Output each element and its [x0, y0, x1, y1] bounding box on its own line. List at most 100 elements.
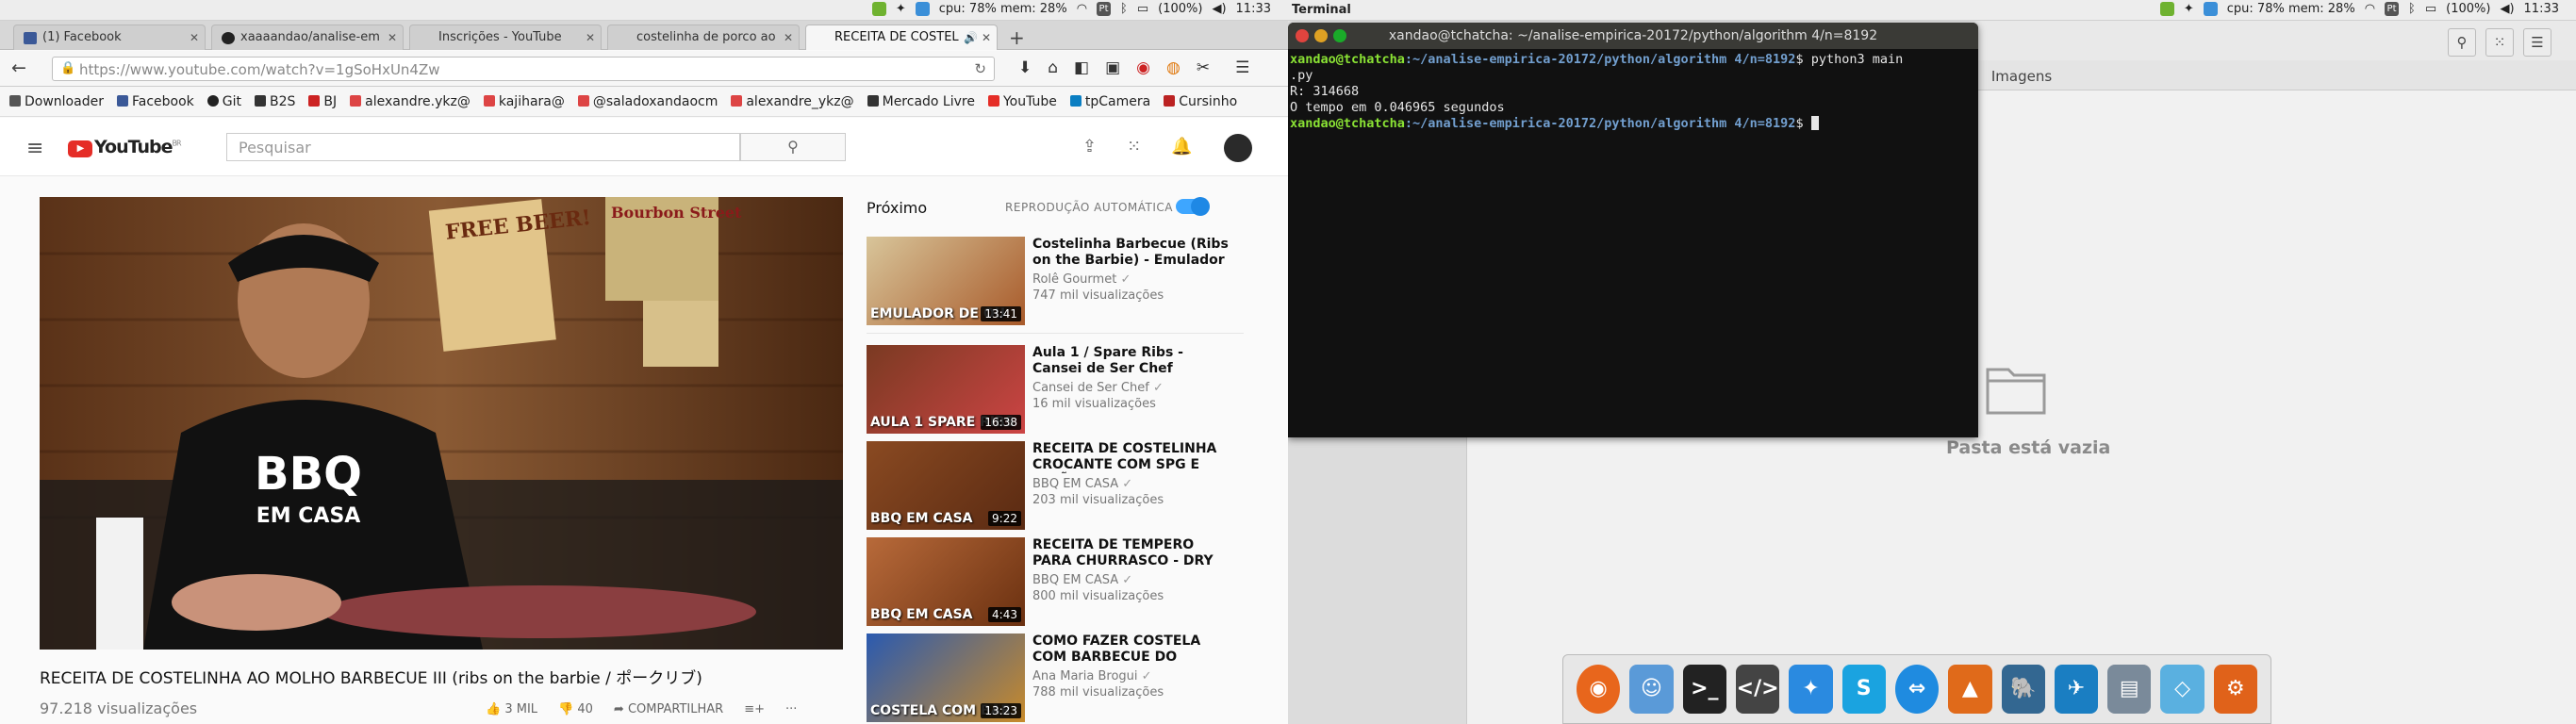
- bookmark-gmail-1[interactable]: alexandre.ykz@: [350, 94, 471, 109]
- upload-icon[interactable]: ⇪: [1082, 137, 1097, 156]
- rss-icon[interactable]: ◍: [1166, 58, 1181, 77]
- channel-name[interactable]: Rolê Gourmet ✓: [1032, 272, 1230, 287]
- network-icon[interactable]: ⚙: [2213, 665, 2258, 714]
- download-icon[interactable]: ⬇: [1018, 58, 1032, 77]
- video-thumbnail[interactable]: BBQ EM CASA 9:22: [867, 441, 1025, 530]
- back-icon[interactable]: ←: [11, 58, 26, 78]
- mysql-workbench-icon[interactable]: ✈: [2054, 665, 2099, 714]
- youtube-logo[interactable]: ▶ YouTubeBR: [68, 137, 182, 157]
- address-bar[interactable]: 🔒 https://www.youtube.com/watch?v=1gSoHx…: [52, 57, 995, 81]
- terminal-content[interactable]: xandao@tchatcha:~/analise-empirica-20172…: [1288, 49, 1978, 135]
- finder-icon[interactable]: ☺: [1629, 665, 1674, 714]
- battery-level[interactable]: (100%): [1158, 2, 1202, 16]
- close-icon[interactable]: ✕: [784, 31, 793, 44]
- battery-level[interactable]: (100%): [2446, 2, 2490, 16]
- related-video-item[interactable]: BBQ EM CASA 4:43 RECEITA DE TEMPERO PARA C…: [867, 537, 1244, 634]
- apps-grid-icon[interactable]: ⁙: [1127, 137, 1141, 156]
- search-icon[interactable]: ⚲: [2448, 28, 2476, 57]
- skype-icon[interactable]: S: [1841, 665, 1886, 714]
- extension-icon[interactable]: ▣: [1105, 58, 1120, 77]
- related-video-item[interactable]: EMULADOR DE OU 13:41 Costelinha Barbecue (…: [867, 237, 1244, 333]
- close-icon[interactable]: ✕: [190, 31, 199, 44]
- menu-icon[interactable]: ☰: [1235, 58, 1249, 77]
- home-icon[interactable]: ⌂: [1048, 58, 1058, 77]
- menu-icon[interactable]: ☰: [2523, 28, 2551, 57]
- search-button[interactable]: ⚲: [740, 133, 846, 161]
- close-icon[interactable]: ✕: [982, 31, 991, 44]
- related-video-title[interactable]: Costelinha Barbecue (Ribs on the Barbie)…: [1032, 237, 1230, 269]
- dropbox-icon[interactable]: ✦: [2184, 2, 2194, 16]
- related-video-item[interactable]: BBQ EM CASA 9:22 RECEITA DE COSTELINHA CRO…: [867, 441, 1244, 537]
- bookmark-cursinho[interactable]: Cursinho: [1164, 94, 1237, 109]
- update-icon[interactable]: [871, 2, 886, 16]
- channel-name[interactable]: BBQ EM CASA ✓: [1032, 573, 1230, 587]
- lastpass-icon[interactable]: ◉: [1136, 58, 1150, 77]
- add-to-playlist-button[interactable]: ≡+: [744, 702, 765, 716]
- terminal-icon[interactable]: >_: [1682, 665, 1726, 714]
- matlab-icon[interactable]: ▲: [1948, 665, 1992, 714]
- avatar[interactable]: [1224, 134, 1252, 162]
- video-thumbnail[interactable]: BBQ EM CASA 4:43: [867, 537, 1025, 626]
- close-icon[interactable]: ✕: [586, 31, 595, 44]
- clock[interactable]: 11:33: [2524, 2, 2559, 16]
- battery-icon[interactable]: ▭: [2425, 2, 2436, 16]
- pt-keyboard-icon[interactable]: Pt: [1097, 2, 1112, 16]
- close-icon[interactable]: ✕: [388, 31, 397, 44]
- system-stats[interactable]: cpu: 78% mem: 28%: [2227, 2, 2355, 16]
- search-input[interactable]: Pesquisar: [226, 133, 740, 161]
- teamviewer-icon[interactable]: [915, 2, 930, 16]
- minimize-window-button[interactable]: [1314, 29, 1328, 42]
- virtualbox-icon[interactable]: ◇: [2160, 665, 2204, 714]
- related-video-title[interactable]: COMO FAZER COSTELA COM BARBECUE DO APPLE…: [1032, 634, 1230, 666]
- bookmark-tpcamera[interactable]: tpCamera: [1069, 94, 1150, 109]
- firefox-icon[interactable]: ◉: [1577, 665, 1621, 714]
- bookmark-bj[interactable]: BJ: [308, 94, 337, 109]
- bookmark-downloader[interactable]: Downloader: [9, 94, 104, 109]
- file-manager-app-icon[interactable]: ▤: [2107, 665, 2152, 714]
- speaker-icon[interactable]: 🔊: [964, 31, 978, 44]
- wifi-icon[interactable]: ◠: [1077, 2, 1087, 16]
- teamviewer-icon[interactable]: [2203, 2, 2218, 16]
- tools-icon[interactable]: ✂: [1197, 58, 1210, 77]
- bookmark-facebook[interactable]: Facebook: [116, 94, 194, 109]
- tab-youtube-subscriptions[interactable]: Inscrições - YouTube ✕: [409, 25, 602, 50]
- like-button[interactable]: 👍 3 MIL: [486, 702, 537, 716]
- tab-github[interactable]: xaaaandao/analise-em ✕: [211, 25, 404, 50]
- bookmark-youtube[interactable]: YouTube: [987, 94, 1057, 109]
- video-thumbnail[interactable]: EMULADOR DE OU 13:41: [867, 237, 1025, 325]
- terminal-titlebar[interactable]: xandao@tchatcha: ~/analise-empirica-2017…: [1288, 23, 1978, 49]
- dislike-button[interactable]: 👎 40: [558, 702, 593, 716]
- video-thumbnail[interactable]: AULA 1 SPARE RIBS 16:38: [867, 345, 1025, 434]
- bluetooth-icon[interactable]: ᛒ: [1120, 2, 1128, 16]
- active-app-name[interactable]: Terminal: [1292, 3, 1351, 17]
- maximize-window-button[interactable]: [1333, 29, 1346, 42]
- more-options-icon[interactable]: ···: [785, 702, 797, 716]
- new-tab-button[interactable]: +: [1009, 26, 1025, 49]
- tab-receita-active[interactable]: RECEITA DE COSTEL 🔊 ✕: [805, 25, 998, 50]
- code-editor-icon[interactable]: </>: [1735, 665, 1780, 714]
- share-button[interactable]: ➦ COMPARTILHAR: [614, 702, 723, 716]
- clock[interactable]: 11:33: [1236, 2, 1271, 16]
- channel-name[interactable]: BBQ EM CASA ✓: [1032, 477, 1230, 491]
- related-video-title[interactable]: RECEITA DE COSTELINHA CROCANTE COM SPG E…: [1032, 441, 1230, 473]
- teamviewer-app-icon[interactable]: ⇔: [1894, 665, 1940, 714]
- reload-icon[interactable]: ↻: [974, 60, 986, 77]
- notifications-bell-icon[interactable]: 🔔: [1171, 137, 1192, 156]
- battery-icon[interactable]: ▭: [1137, 2, 1148, 16]
- volume-icon[interactable]: ◀): [1212, 2, 1226, 16]
- video-thumbnail[interactable]: COSTELA COM BAR 13:23: [867, 634, 1025, 722]
- close-window-button[interactable]: [1296, 29, 1309, 42]
- view-grid-icon[interactable]: ⁙: [2485, 28, 2514, 57]
- bluetooth-icon[interactable]: ᛒ: [2408, 2, 2416, 16]
- bookmark-gmail-2[interactable]: kajihara@: [483, 94, 565, 109]
- postgresql-icon[interactable]: 🐘: [2001, 665, 2045, 714]
- bookmark-mercado-livre[interactable]: Mercado Livre: [867, 94, 975, 109]
- bookmark-b2s[interactable]: B2S: [255, 94, 295, 109]
- volume-icon[interactable]: ◀): [2500, 2, 2514, 16]
- video-player[interactable]: FREE BEER! Bourbon Street BBQ EM CASA: [40, 197, 843, 650]
- channel-name[interactable]: Cansei de Ser Chef ✓: [1032, 381, 1230, 395]
- pocket-icon[interactable]: ◧: [1074, 58, 1089, 77]
- bookmark-gmail-3[interactable]: @saladoxandaocm: [577, 94, 718, 109]
- update-icon[interactable]: [2159, 2, 2174, 16]
- bookmark-git[interactable]: Git: [206, 94, 241, 109]
